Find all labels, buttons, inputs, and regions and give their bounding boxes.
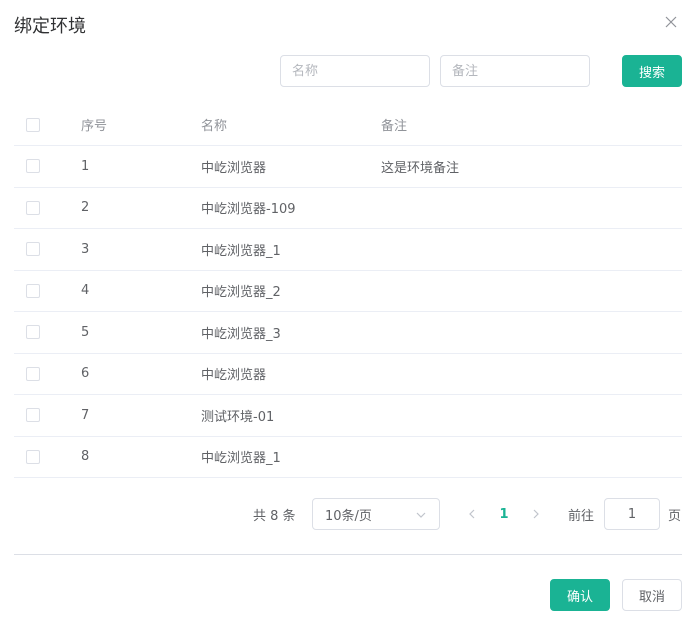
row-index: 8 — [81, 449, 90, 465]
close-icon[interactable] — [661, 12, 681, 32]
page-unit-label: 页 — [668, 508, 682, 524]
chevron-left-icon — [469, 509, 475, 519]
row-name: 中屹浏览器_3 — [201, 326, 281, 342]
row-checkbox[interactable] — [26, 159, 40, 174]
row-name: 中屹浏览器 — [201, 368, 267, 384]
row-index: 4 — [81, 283, 90, 299]
table-row[interactable]: 1 中屹浏览器 这是环境备注 — [14, 146, 682, 188]
row-checkbox[interactable] — [26, 366, 40, 381]
row-name: 中屹浏览器-109 — [201, 202, 296, 218]
row-checkbox[interactable] — [26, 449, 40, 464]
row-name: 中屹浏览器_1 — [201, 243, 281, 259]
note-search-field[interactable] — [440, 55, 590, 87]
table-row[interactable]: 7 测试环境-01 — [14, 395, 682, 437]
row-index: 7 — [81, 407, 90, 423]
row-checkbox[interactable] — [26, 242, 40, 257]
chevron-down-icon — [416, 512, 426, 518]
row-checkbox[interactable] — [26, 325, 40, 340]
page-size-select[interactable]: 10条/页 — [312, 498, 440, 530]
page-size-value: 10条/页 — [325, 508, 372, 524]
table-header-row: 序号 名称 备注 — [14, 104, 682, 146]
confirm-button[interactable]: 确认 — [550, 579, 610, 611]
search-button[interactable]: 搜索 — [622, 55, 682, 87]
table-row[interactable]: 3 中屹浏览器_1 — [14, 229, 682, 271]
row-index: 5 — [81, 324, 90, 340]
row-checkbox[interactable] — [26, 408, 40, 423]
table-row[interactable]: 4 中屹浏览器_2 — [14, 271, 682, 312]
environment-table: 序号 名称 备注 1 中屹浏览器 这是环境备注 2 中屹浏览器-109 3 中屹浏览器_1 4… — [14, 104, 682, 478]
row-note: 这是环境备注 — [381, 160, 460, 176]
goto-page-input[interactable] — [605, 499, 659, 529]
page-number-current[interactable]: 1 — [494, 498, 514, 530]
cancel-button[interactable]: 取消 — [622, 579, 682, 611]
bind-environment-dialog: 绑定环境 搜索 序号 名称 备注 1 中屹浏览器 这是环境备注 2 中屹浏览器-109 3… — [0, 0, 693, 618]
row-name: 测试环境-01 — [201, 409, 275, 425]
table-row[interactable]: 6 中屹浏览器 — [14, 354, 682, 395]
goto-page-field[interactable] — [604, 498, 660, 530]
header-index: 序号 — [81, 119, 108, 134]
select-all-checkbox[interactable] — [26, 117, 40, 132]
name-search-field[interactable] — [280, 55, 430, 87]
row-name: 中屹浏览器_1 — [201, 451, 281, 467]
row-index: 3 — [81, 241, 90, 257]
footer-divider — [14, 554, 682, 555]
pagination-total: 共 8 条 — [253, 508, 296, 524]
next-page-button[interactable] — [528, 506, 544, 522]
row-index: 6 — [81, 366, 90, 382]
header-name: 名称 — [201, 119, 228, 134]
chevron-right-icon — [533, 509, 539, 519]
row-checkbox[interactable] — [26, 200, 40, 215]
row-checkbox[interactable] — [26, 283, 40, 298]
table-row[interactable]: 5 中屹浏览器_3 — [14, 312, 682, 354]
prev-page-button[interactable] — [464, 506, 480, 522]
note-search-input[interactable] — [441, 56, 589, 86]
row-index: 1 — [81, 158, 90, 174]
header-note: 备注 — [381, 119, 408, 134]
name-search-input[interactable] — [281, 56, 429, 86]
goto-label: 前往 — [568, 508, 595, 524]
row-name: 中屹浏览器 — [201, 160, 267, 176]
row-name: 中屹浏览器_2 — [201, 285, 281, 301]
table-row[interactable]: 2 中屹浏览器-109 — [14, 188, 682, 229]
table-row[interactable]: 8 中屹浏览器_1 — [14, 437, 682, 478]
row-index: 2 — [81, 200, 90, 216]
dialog-title: 绑定环境 — [14, 16, 86, 37]
